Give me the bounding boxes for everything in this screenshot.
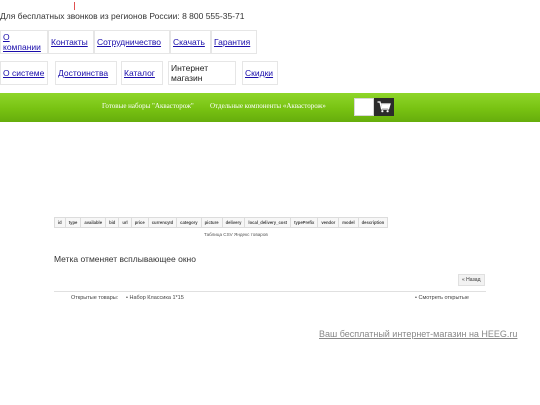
menu-item-contacts-label[interactable]: Контакты [51, 37, 88, 47]
column-header: category [177, 218, 202, 227]
phone-banner: Для бесплатных звонков из регионов Росси… [0, 11, 245, 21]
menu-item-catalog-label[interactable]: Каталог [124, 68, 155, 78]
menu-item-download-label[interactable]: Скачать [173, 37, 205, 47]
menu-item-cooperation-label[interactable]: Сотрудничество [97, 37, 161, 47]
menu-item-contacts[interactable]: Контакты [48, 30, 94, 54]
column-header: currencyId [149, 218, 178, 227]
column-header: local_delivery_cost [245, 218, 292, 227]
cart-button[interactable] [374, 98, 394, 116]
popup-note: Метка отменяет всплывающее окно [54, 254, 196, 264]
components-link[interactable]: Отдельные компоненты «Аквасторож» [210, 102, 326, 110]
column-header: url [119, 218, 132, 227]
column-header: available [81, 218, 107, 227]
see-opened-label: Смотреть открытые [418, 295, 469, 301]
column-header: id [55, 218, 66, 227]
column-header: bid [106, 218, 120, 227]
column-header: description [361, 220, 385, 225]
divider [54, 291, 486, 292]
menu-item-online-shop-label: Интернет магазин [171, 63, 209, 83]
ready-kits-link[interactable]: Готовые наборы "Аквасторож" [102, 102, 194, 110]
menu-item-warranty[interactable]: Гарантия [211, 30, 257, 54]
menu-item-cooperation[interactable]: Сотрудничество [94, 30, 170, 54]
menu-item-discounts[interactable]: Скидки [242, 61, 278, 85]
menu-item-warranty-label[interactable]: Гарантия [214, 37, 250, 47]
column-header: typePrefix [291, 218, 319, 227]
opened-product-name: Набор Классика 1*15 [129, 295, 184, 301]
csv-table-header: id type available bid url price currency… [54, 217, 389, 228]
menu-item-about-label[interactable]: О компании [3, 32, 45, 52]
menu-item-about-system[interactable]: О системе [0, 61, 48, 85]
menu-item-about-system-label[interactable]: О системе [3, 68, 44, 78]
menu-item-about[interactable]: О компании [0, 30, 48, 54]
menu-item-advantages-label[interactable]: Достоинства [58, 68, 108, 78]
column-header: type [66, 218, 82, 227]
opened-product-item[interactable]: • Набор Классика 1*15 [126, 295, 184, 301]
column-header: picture [202, 218, 223, 227]
column-header: model [339, 218, 359, 227]
opened-products-label: Открытые товары: [71, 295, 119, 301]
search-input[interactable] [354, 98, 374, 116]
see-opened-link[interactable]: • Смотреть открытые [415, 295, 469, 301]
menu-item-download[interactable]: Скачать [170, 30, 211, 54]
menu-item-advantages[interactable]: Достоинства [55, 61, 117, 85]
menu-item-discounts-label[interactable]: Скидки [245, 68, 273, 78]
menu-item-online-shop[interactable]: Интернет магазин [168, 61, 236, 85]
column-header: price [132, 218, 149, 227]
column-header: delivery [223, 218, 246, 227]
footer-shop-link[interactable]: Ваш бесплатный интернет-магазин на HEEG.… [319, 329, 517, 339]
red-marker [74, 2, 75, 10]
table-caption: Таблица CSV Яндекс товаров [204, 232, 268, 237]
column-header: vendor [318, 218, 340, 227]
menu-item-catalog[interactable]: Каталог [121, 61, 163, 85]
back-button[interactable]: « Назад [458, 274, 485, 286]
cart-icon [377, 101, 391, 113]
